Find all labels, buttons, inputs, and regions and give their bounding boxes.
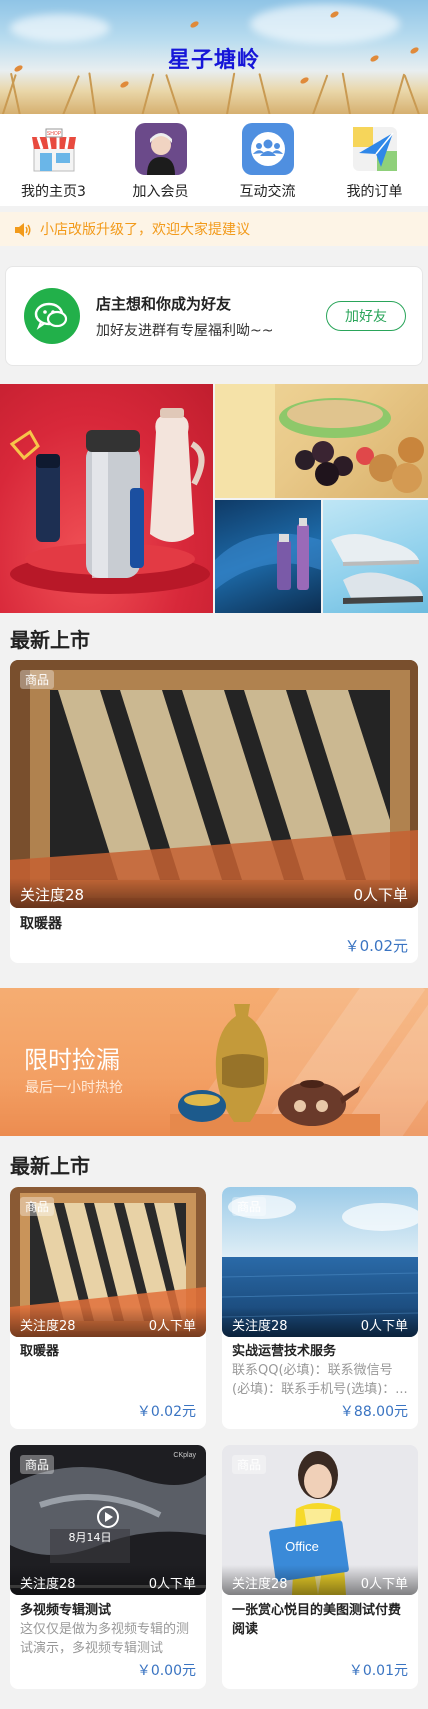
order-count: 0人下单 — [360, 1319, 408, 1334]
nav-item-orders[interactable]: 我的订单 — [321, 114, 428, 206]
product-tag: 商品 — [232, 1455, 267, 1474]
product-price: ￥0.02元 — [136, 1404, 196, 1420]
leaf-decoration — [189, 20, 200, 29]
product-image: 商品 关注度28 0人下单 — [10, 1187, 206, 1337]
flash-sale-banner[interactable]: 限时捡漏 最后一小时热抢 — [0, 988, 428, 1136]
nav-label: 加入会员 — [132, 184, 189, 200]
grass-decoration — [403, 74, 422, 114]
product-name: 取暖器 — [20, 1344, 60, 1359]
order-count: 0人下单 — [360, 1577, 408, 1592]
sale-title: 限时捡漏 — [24, 1046, 120, 1074]
sale-subtitle: 最后一小时热抢 — [25, 1080, 123, 1096]
product-name: 实战运营技术服务 — [232, 1344, 337, 1359]
leaf-decoration — [119, 80, 130, 89]
notice-bar[interactable]: 小店改版升级了，欢迎大家提建议 — [0, 212, 428, 246]
product-card[interactable]: 8月14日 CKplay 商品 关注度28 0人下单 多视频专辑测试 这仅仅是做… — [10, 1445, 206, 1689]
featured-product-card[interactable]: 商品 关注度28 0人下单 取暖器 ￥0.02元 — [10, 660, 418, 963]
product-price: ￥88.00元 — [339, 1404, 408, 1420]
grass-decoration — [60, 75, 80, 114]
nav-label: 互动交流 — [239, 184, 296, 200]
nav-item-community[interactable]: 互动交流 — [214, 114, 321, 206]
community-icon — [241, 123, 294, 175]
attention-count: 关注度28 — [232, 1319, 288, 1334]
quick-nav: SHOP 我的主页3 加入会员 互动交流 我的订单 — [0, 114, 428, 206]
grass-decoration — [140, 73, 155, 114]
grass-decoration — [390, 73, 406, 114]
product-image: Office 商品 关注度28 0人下单 — [222, 1445, 418, 1595]
order-count: 0人下单 — [353, 886, 408, 904]
section-title: 最新上市 — [10, 628, 90, 652]
product-price: ￥0.02元 — [344, 937, 408, 955]
wechat-icon — [24, 288, 80, 344]
nav-item-home[interactable]: SHOP 我的主页3 — [0, 114, 107, 206]
product-card[interactable]: 商品 关注度28 0人下单 实战运营技术服务 联系QQ(必填)：联系微信号(必填… — [222, 1187, 418, 1429]
section-title: 最新上市 — [10, 1154, 90, 1178]
friend-card: 店主想和你成为好友 加好友进群有专屋福利呦~~ 加好友 — [5, 266, 423, 366]
promo-shoes-image[interactable] — [323, 500, 428, 613]
product-card[interactable]: 商品 关注度28 0人下单 取暖器 ￥0.02元 — [10, 1187, 206, 1429]
product-description: 联系QQ(必填)：联系微信号(必填)：联系手机号(选填)：... — [232, 1363, 408, 1397]
nav-label: 我的订单 — [346, 184, 403, 200]
nav-item-member[interactable]: 加入会员 — [107, 114, 214, 206]
product-name: 取暖器 — [20, 916, 62, 932]
header-banner: 星子塘岭 — [0, 0, 428, 114]
product-tag: 商品 — [20, 670, 55, 689]
map-order-icon — [349, 123, 401, 175]
grass-decoration — [258, 73, 272, 114]
product-image: 商品 关注度28 0人下单 — [10, 660, 418, 908]
product-name: 一张赏心悦目的美图测试付费阅读 — [232, 1603, 402, 1637]
cloud-decoration — [10, 14, 110, 42]
add-friend-button[interactable]: 加好友 — [326, 301, 406, 331]
notice-text: 小店改版升级了，欢迎大家提建议 — [40, 222, 250, 238]
promo-cosmetics-image[interactable] — [215, 500, 321, 613]
product-tag: 商品 — [20, 1197, 55, 1216]
svg-text:SHOP: SHOP — [46, 131, 61, 137]
video-overlay-date: 8月14日 — [69, 1531, 112, 1544]
shop-icon: SHOP — [28, 123, 80, 175]
attention-count: 关注度28 — [20, 886, 85, 904]
product-image: 商品 关注度28 0人下单 — [222, 1187, 418, 1337]
friend-card-title: 店主想和你成为好友 — [96, 294, 232, 313]
attention-count: 关注度28 — [20, 1319, 76, 1334]
product-tag: 商品 — [232, 1197, 267, 1216]
product-price: ￥0.00元 — [136, 1663, 196, 1679]
product-description: 这仅仅是做为多视频专辑的测试演示，多视频专辑测试 — [20, 1622, 190, 1656]
product-card[interactable]: Office 商品 关注度28 0人下单 一张赏心悦目的美图测试付费阅读 ￥0.… — [222, 1445, 418, 1689]
grass-decoration — [88, 72, 97, 114]
grass-decoration — [165, 74, 182, 114]
image-overlay-text: Office — [285, 1539, 319, 1554]
video-player-brand: CKplay — [173, 1452, 196, 1459]
product-price: ￥0.01元 — [348, 1663, 408, 1679]
video-thumbnail: 8月14日 CKplay 商品 关注度28 0人下单 — [10, 1445, 206, 1595]
order-count: 0人下单 — [148, 1319, 196, 1334]
friend-card-subtitle: 加好友进群有专屋福利呦~~ — [96, 322, 274, 339]
promo-thermos-image[interactable] — [0, 384, 213, 613]
grass-decoration — [10, 72, 22, 114]
leaf-decoration — [299, 76, 310, 85]
speaker-icon — [14, 222, 32, 237]
product-name: 多视频专辑测试 — [20, 1603, 112, 1618]
page-title: 星子塘岭 — [167, 48, 260, 73]
grass-decoration — [341, 72, 352, 114]
order-count: 0人下单 — [148, 1577, 196, 1592]
grass-decoration — [225, 72, 236, 114]
member-avatar-icon — [134, 123, 187, 175]
promo-snacks-image[interactable] — [215, 384, 428, 498]
promo-grid — [0, 384, 428, 613]
nav-label: 我的主页3 — [21, 184, 86, 200]
attention-count: 关注度28 — [232, 1577, 288, 1592]
cloud-decoration — [250, 4, 400, 44]
attention-count: 关注度28 — [20, 1577, 76, 1592]
product-tag: 商品 — [20, 1455, 55, 1474]
grass-decoration — [310, 74, 329, 114]
